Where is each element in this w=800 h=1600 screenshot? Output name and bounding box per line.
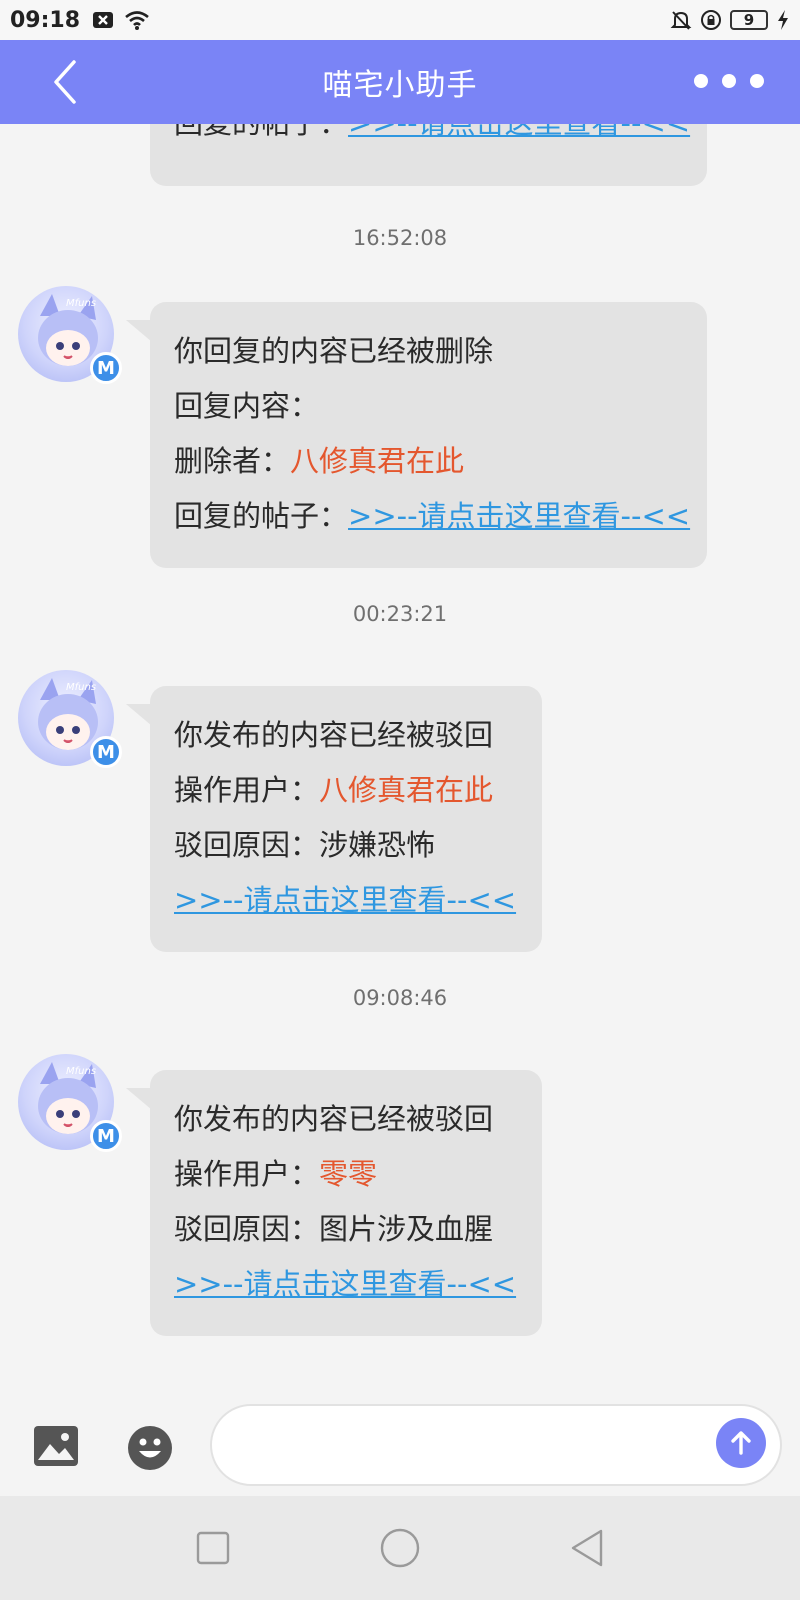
avatar[interactable]: Mfuns M (18, 1054, 122, 1152)
send-button[interactable] (716, 1418, 766, 1468)
page-title: 喵宅小助手 (322, 68, 478, 103)
app-header: 喵宅小助手 (0, 40, 800, 124)
avatar-badge: M (90, 736, 122, 768)
chat-list[interactable]: 回复的帖子：>>--请点击这里查看--<< 16:52:08 Mfuns M 你… (0, 124, 800, 1404)
avatar[interactable]: Mfuns M (18, 670, 122, 768)
more-button[interactable] (694, 66, 764, 96)
message-line: 驳回原因：涉嫌恐怖 (174, 828, 436, 862)
message-line: 你发布的内容已经被驳回 (174, 718, 494, 752)
message-line: 回复的帖子：>>--请点击这里查看--<< (174, 499, 691, 533)
message-timestamp: 09:08:46 (352, 986, 448, 1010)
input-bar (0, 1404, 800, 1496)
avatar-badge: M (90, 352, 122, 384)
rotation-lock-icon (700, 9, 722, 31)
view-post-link[interactable]: >>--请点击这里查看--<< (174, 1267, 516, 1301)
avatar-badge: M (90, 1120, 122, 1152)
view-post-link[interactable]: >>--请点击这里查看--<< (348, 124, 690, 140)
back-button[interactable] (40, 56, 90, 108)
image-button[interactable] (32, 1424, 80, 1468)
square-recent-icon (197, 1531, 230, 1565)
svg-text:Mfuns: Mfuns (66, 1066, 96, 1077)
avatar[interactable]: Mfuns M (18, 286, 122, 384)
operator-name: 八修真君在此 (290, 444, 465, 478)
status-bar: 09:18 9 (0, 0, 800, 40)
battery-icon: 9 (730, 10, 768, 30)
message-line: 操作用户：八修真君在此 (174, 773, 494, 807)
svg-text:Mfuns: Mfuns (66, 298, 96, 309)
home-button[interactable] (377, 1525, 423, 1571)
send-arrow-icon (731, 1431, 751, 1455)
wifi-icon (124, 9, 149, 31)
operator-name: 零零 (319, 1157, 378, 1191)
chevron-left-icon (54, 60, 76, 104)
message-bubble: 你回复的内容已经被删除 回复内容： 删除者：八修真君在此 回复的帖子：>>--请… (126, 302, 707, 568)
message-input[interactable] (210, 1404, 782, 1486)
reject-reason: 涉嫌恐怖 (319, 828, 436, 862)
view-post-link[interactable]: >>--请点击这里查看--<< (174, 883, 516, 917)
status-time: 09:18 (10, 7, 81, 33)
message-line: 删除者：八修真君在此 (174, 444, 465, 478)
message-bubble: 你发布的内容已经被驳回 操作用户：八修真君在此 驳回原因：涉嫌恐怖 >>--请点… (126, 686, 542, 952)
view-post-link[interactable]: >>--请点击这里查看--<< (348, 499, 690, 533)
message-line: 回复的帖子：>>--请点击这里查看--<< (174, 124, 690, 148)
recent-apps-button[interactable] (190, 1525, 236, 1571)
message-timestamp: 16:52:08 (352, 226, 448, 250)
mute-bell-icon (670, 9, 692, 31)
back-nav-button[interactable] (564, 1525, 610, 1571)
message-line: >>--请点击这里查看--<< (174, 873, 518, 928)
message-line: 操作用户：零零 (174, 1157, 378, 1191)
message-bubble: 你发布的内容已经被驳回 操作用户：零零 驳回原因：图片涉及血腥 >>--请点击这… (126, 1070, 542, 1336)
emoji-button[interactable] (126, 1424, 174, 1472)
message-line: 驳回原因：图片涉及血腥 (174, 1212, 494, 1246)
message-line: >>--请点击这里查看--<< (174, 1257, 518, 1312)
notification-x-icon (92, 9, 114, 31)
circle-home-icon (380, 1528, 420, 1568)
svg-text:Mfuns: Mfuns (66, 682, 96, 693)
message-timestamp: 00:23:21 (352, 602, 448, 626)
charging-icon (776, 9, 790, 31)
triangle-back-icon (571, 1529, 602, 1567)
message-line: 回复内容： (174, 389, 320, 423)
operator-name: 八修真君在此 (319, 773, 494, 807)
more-dots-icon (694, 74, 708, 88)
reject-reason: 图片涉及血腥 (319, 1212, 494, 1246)
system-nav-bar (0, 1496, 800, 1600)
image-icon (34, 1426, 78, 1466)
message-line: 你回复的内容已经被删除 (174, 334, 494, 368)
emoji-icon (128, 1426, 172, 1470)
message-line: 你发布的内容已经被驳回 (174, 1102, 494, 1136)
message-bubble: 回复的帖子：>>--请点击这里查看--<< (150, 124, 707, 186)
